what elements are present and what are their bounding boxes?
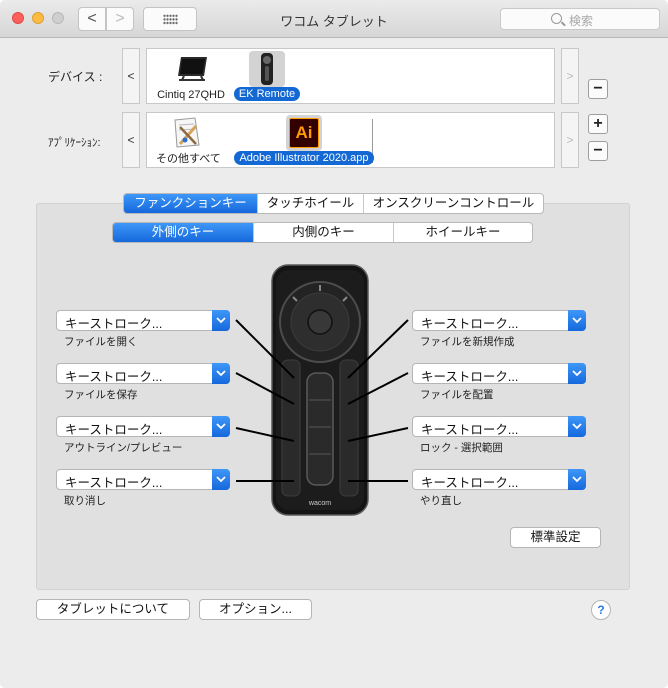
defaults-button[interactable]: 標準設定 <box>510 527 601 548</box>
help-button[interactable]: ? <box>591 600 611 620</box>
key-dropdown-left-1[interactable]: キーストローク... <box>56 310 230 331</box>
key-dropdown-right-3[interactable]: キーストローク... <box>412 416 586 437</box>
key-dropdown-left-4[interactable]: キーストローク... <box>56 469 230 490</box>
key-label-left-4: 取り消し <box>64 495 106 507</box>
key-label-right-2: ファイルを配置 <box>420 389 494 401</box>
key-label-right-4: やり直し <box>420 495 462 507</box>
key-dropdown-right-4[interactable]: キーストローク... <box>412 469 586 490</box>
key-label-left-1: ファイルを開く <box>64 336 138 348</box>
chevron-down-icon <box>568 416 586 437</box>
key-dropdown-value: キーストローク... <box>65 370 163 384</box>
key-dropdown-value: キーストローク... <box>421 423 519 437</box>
about-tablet-button[interactable]: タブレットについて <box>36 599 190 620</box>
key-dropdown-value: キーストローク... <box>65 423 163 437</box>
chevron-down-icon <box>212 363 230 384</box>
chevron-down-icon <box>212 416 230 437</box>
key-label-right-1: ファイルを新規作成 <box>420 336 515 348</box>
key-dropdown-value: キーストローク... <box>421 370 519 384</box>
options-button[interactable]: オプション... <box>199 599 312 620</box>
chevron-down-icon <box>568 363 586 384</box>
key-label-left-2: ファイルを保存 <box>64 389 138 401</box>
key-dropdown-right-1[interactable]: キーストローク... <box>412 310 586 331</box>
key-dropdown-left-2[interactable]: キーストローク... <box>56 363 230 384</box>
key-dropdown-value: キーストローク... <box>65 476 163 490</box>
chevron-down-icon <box>568 310 586 331</box>
key-dropdown-right-2[interactable]: キーストローク... <box>412 363 586 384</box>
brand-logo: wacom <box>308 500 331 507</box>
key-dropdown-value: キーストローク... <box>421 317 519 331</box>
key-dropdown-value: キーストローク... <box>65 317 163 331</box>
chevron-down-icon <box>568 469 586 490</box>
chevron-down-icon <box>212 469 230 490</box>
key-dropdown-left-3[interactable]: キーストローク... <box>56 416 230 437</box>
key-dropdown-value: キーストローク... <box>421 476 519 490</box>
key-label-left-3: アウトライン/プレビュー <box>64 442 183 454</box>
key-label-right-3: ロック - 選択範囲 <box>420 442 503 454</box>
preferences-window: < > ワコム タブレット 検索 デバイス : < Cintiq 27QHD E… <box>0 0 668 688</box>
chevron-down-icon <box>212 310 230 331</box>
